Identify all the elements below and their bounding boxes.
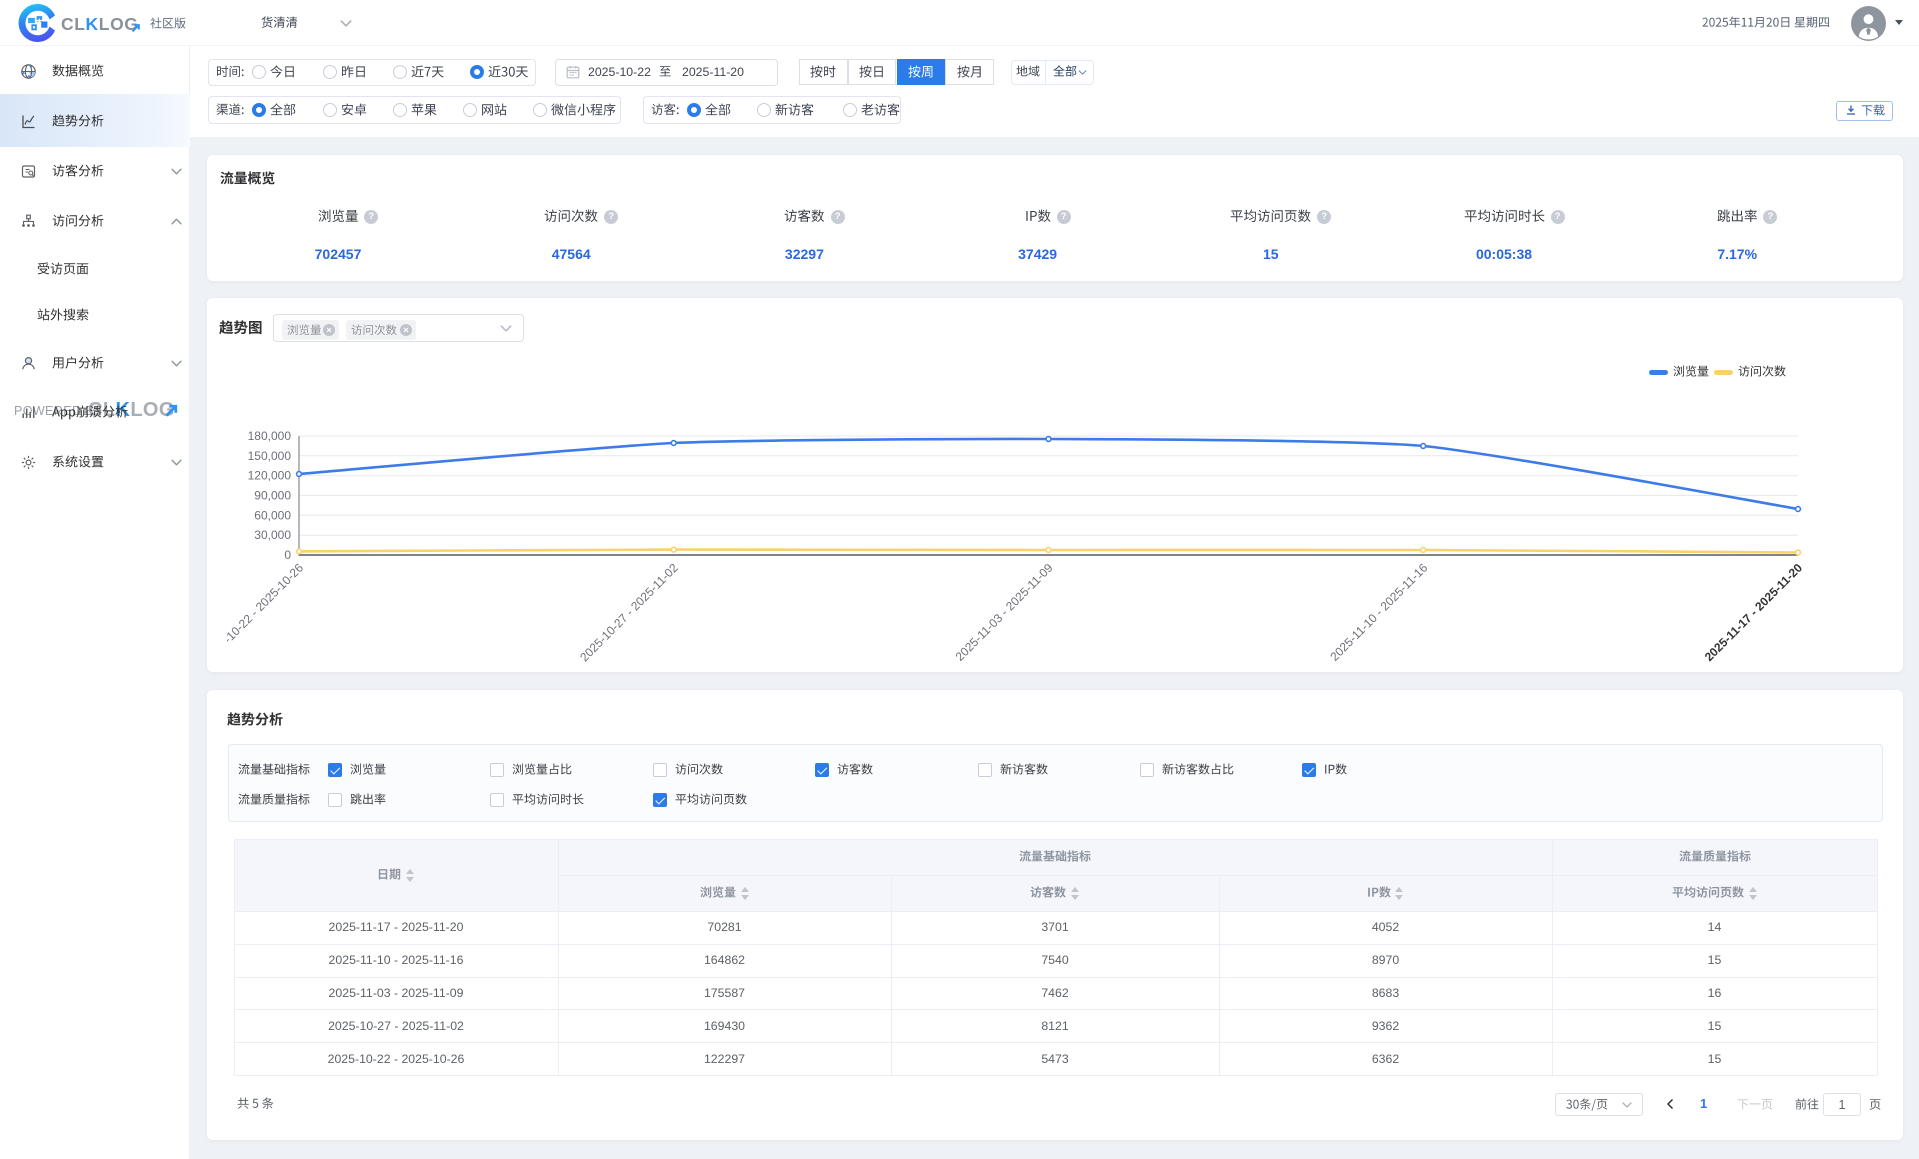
- svg-text:0: 0: [284, 548, 291, 562]
- svg-text:2025-10-27 - 2025-11-02: 2025-10-27 - 2025-11-02: [577, 560, 681, 664]
- svg-text:2025-11-10 - 2025-11-16: 2025-11-10 - 2025-11-16: [1327, 560, 1430, 663]
- svg-text:90,000: 90,000: [254, 489, 291, 503]
- svg-text:120,000: 120,000: [248, 469, 292, 483]
- svg-text:150,000: 150,000: [248, 449, 292, 463]
- svg-text:2025-11-17 - 2025-11-20: 2025-11-17 - 2025-11-20: [1702, 560, 1806, 664]
- svg-text:2025-10-22 - 2025-10-26: 2025-10-22 - 2025-10-26: [227, 560, 306, 664]
- svg-text:2025-11-03 - 2025-11-09: 2025-11-03 - 2025-11-09: [953, 560, 1056, 663]
- svg-text:180,000: 180,000: [248, 429, 292, 443]
- svg-text:60,000: 60,000: [254, 508, 291, 522]
- svg-text:30,000: 30,000: [254, 528, 291, 542]
